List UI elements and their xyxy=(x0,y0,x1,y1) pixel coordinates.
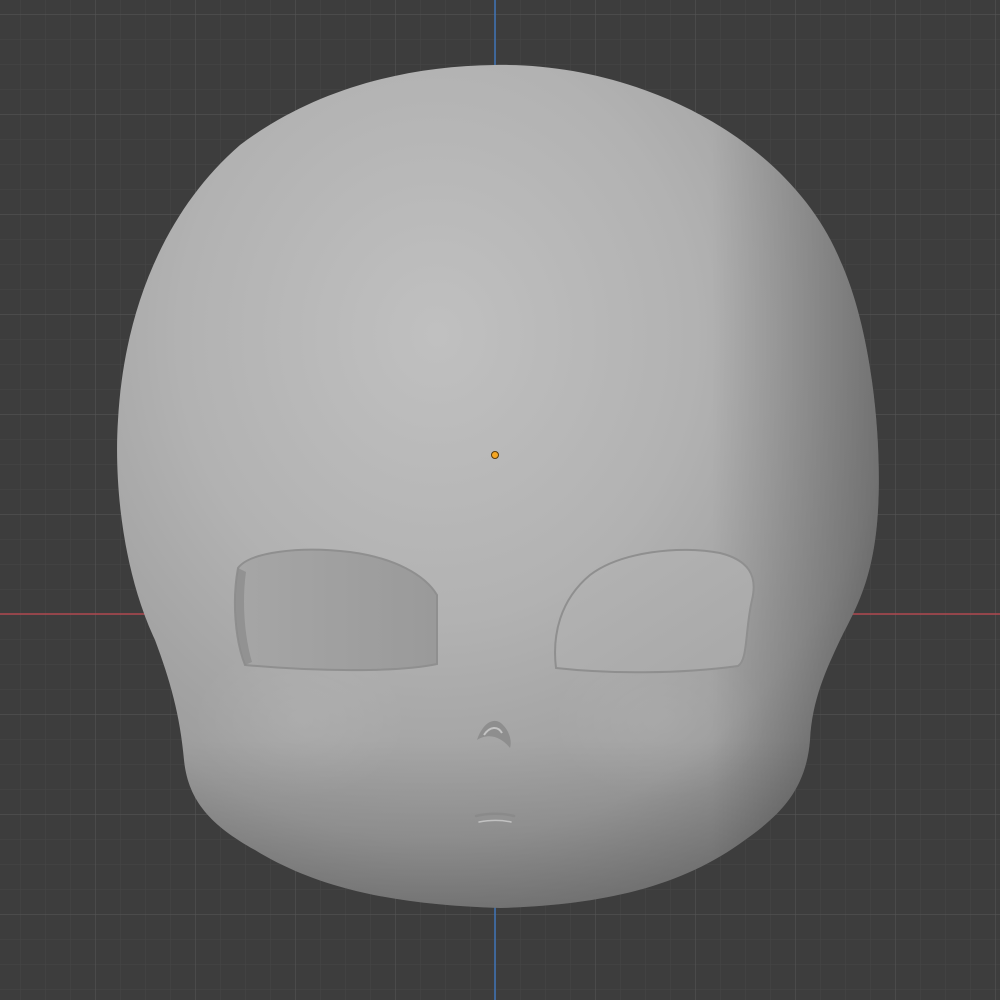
left-eye-socket xyxy=(233,548,438,672)
object-origin-point[interactable] xyxy=(491,451,499,459)
head-mesh[interactable] xyxy=(117,64,879,908)
viewport-canvas[interactable] xyxy=(0,0,1000,1000)
3d-viewport[interactable] xyxy=(0,0,1000,1000)
